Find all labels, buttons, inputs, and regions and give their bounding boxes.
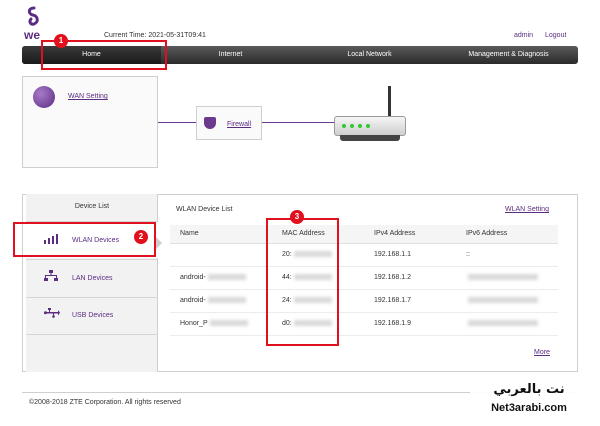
device-name-cell: android- — [170, 266, 272, 290]
redacted-text — [207, 297, 246, 304]
ipv4-address: 192.168.1.9 — [364, 312, 456, 336]
usb-icon — [44, 308, 60, 321]
ipv4-address: 192.168.1.2 — [364, 266, 456, 290]
globe-icon — [33, 86, 55, 108]
copyright-text: ©2008-2018 ZTE Corporation. All rights r… — [29, 399, 181, 406]
sidebar-item-label: LAN Devices — [72, 275, 113, 282]
router-led — [350, 124, 354, 128]
connection-line — [262, 122, 334, 123]
ipv6-cell — [456, 312, 558, 336]
router-base — [340, 135, 400, 141]
table-row: android- 44: 192.168.1.2 — [170, 266, 558, 290]
column-header: IPv4 Address — [364, 225, 456, 244]
router-led — [366, 124, 370, 128]
ipv4-address: 192.168.1.1 — [364, 243, 456, 267]
sidebar-item-label: USB Devices — [72, 312, 114, 319]
device-name: Honor_P — [180, 320, 208, 327]
firewall-link[interactable]: Firewall — [227, 121, 251, 128]
logo-text: we — [23, 28, 40, 42]
wlan-list-title: WLAN Device List — [176, 206, 233, 213]
watermark: نت بالعربي Net3arabi.com — [470, 380, 588, 422]
device-name: android- — [180, 297, 206, 304]
device-list-title: Device List — [74, 203, 110, 210]
device-name: android- — [180, 274, 206, 281]
annotation-badge-3: 3 — [290, 210, 304, 224]
current-time: Current Time: 2021-05-31T09:41 — [104, 32, 206, 39]
redacted-text — [468, 320, 538, 327]
redacted-text — [468, 274, 538, 281]
ipv6-cell — [456, 266, 558, 290]
table-row: Honor_P d0: 192.168.1.9 — [170, 312, 558, 336]
user-link[interactable]: admin — [514, 32, 533, 39]
active-arrow — [156, 237, 162, 249]
redacted-text — [207, 274, 246, 281]
nav-management-diagnosis[interactable]: Management & Diagnosis — [439, 46, 578, 64]
annotation-box-mac — [266, 218, 339, 346]
router-antenna — [388, 86, 391, 116]
network-icon — [44, 270, 58, 285]
nav-local-network[interactable]: Local Network — [300, 46, 439, 64]
redacted-text — [468, 297, 538, 304]
router-led — [342, 124, 346, 128]
watermark-arabic: نت بالعربي — [493, 382, 565, 397]
device-name-cell — [170, 243, 272, 267]
ipv6-cell — [456, 289, 558, 313]
table-header-row: Name MAC Address IPv4 Address IPv6 Addre… — [170, 225, 558, 244]
wlan-setting-link[interactable]: WLAN Setting — [505, 206, 549, 213]
more-link[interactable]: More — [534, 349, 550, 356]
table-row: 20: 192.168.1.1 :: — [170, 243, 558, 267]
annotation-badge-2: 2 — [134, 230, 148, 244]
table-row: android- 24: 192.168.1.7 — [170, 289, 558, 313]
shield-icon — [204, 117, 216, 129]
column-header: IPv6 Address — [456, 225, 558, 244]
wan-setting-link[interactable]: WAN Setting — [68, 93, 108, 100]
device-name-cell: android- — [170, 289, 272, 313]
nav-internet[interactable]: Internet — [161, 46, 300, 64]
wlan-device-table: Name MAC Address IPv4 Address IPv6 Addre… — [170, 225, 558, 336]
ipv4-address: 192.168.1.7 — [364, 289, 456, 313]
watermark-latin: Net3arabi.com — [491, 402, 567, 414]
router-led — [358, 124, 362, 128]
annotation-badge-1: 1 — [54, 34, 68, 48]
device-name-cell: Honor_P — [170, 312, 272, 336]
column-header: Name — [170, 225, 272, 244]
redacted-text — [209, 320, 248, 327]
we-logo: we — [23, 6, 40, 42]
logout-link[interactable]: Logout — [545, 32, 566, 39]
connection-line — [158, 122, 196, 123]
divider — [26, 334, 158, 335]
ipv6-address: :: — [456, 243, 558, 267]
